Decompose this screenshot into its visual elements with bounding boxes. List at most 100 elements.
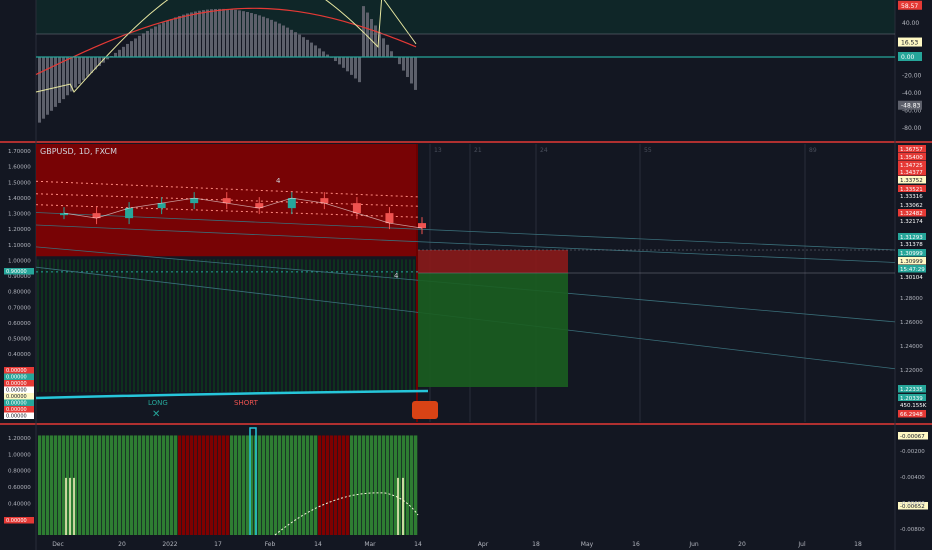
osc-histogram-bar <box>282 25 285 57</box>
osc-histogram-bar <box>130 41 133 57</box>
bottom-histogram-bar <box>186 435 190 535</box>
x-axis-label: 18 <box>532 541 540 548</box>
candle-body <box>125 208 134 219</box>
right-price-badge-text: 1.30999 <box>900 251 923 257</box>
bottom-histogram-bar <box>342 435 346 535</box>
left-tick-label: 1.70000 <box>8 149 31 155</box>
trading-chart[interactable]: 132124558960.0040.0020.000.00-20.00-40.0… <box>0 0 932 550</box>
osc-histogram-bar <box>374 25 377 57</box>
bottom-histogram-bar <box>94 435 98 535</box>
bottom-histogram-bar <box>334 435 338 535</box>
bottom-histogram-bar <box>278 435 282 535</box>
left-tick-label: 1.00000 <box>8 258 31 264</box>
osc-histogram-bar <box>174 17 177 57</box>
left-tick-label: 0.40000 <box>8 352 31 358</box>
bottom-histogram-bar <box>50 435 54 535</box>
bottom-left-tick: 1.20000 <box>8 436 31 442</box>
top-value-badge-text: 0.00 <box>901 54 915 61</box>
bottom-histogram-bar <box>406 435 410 535</box>
bottom-histogram-bar <box>366 435 370 535</box>
top-tick-label: -40.00 <box>902 90 922 97</box>
osc-histogram-bar <box>298 34 301 57</box>
x-axis-label: Dec <box>52 541 64 548</box>
bottom-histogram-bar <box>378 435 382 535</box>
x-axis-label: Mar <box>364 541 376 548</box>
bottom-histogram-bar <box>202 435 206 535</box>
osc-histogram-bar <box>158 24 161 58</box>
osc-histogram-bar <box>258 15 261 57</box>
osc-histogram-bar <box>338 57 341 65</box>
osc-histogram-bar <box>358 57 361 83</box>
bottom-histogram-bar <box>182 435 186 535</box>
bottom-histogram-bar <box>238 435 242 535</box>
bottom-histogram-bar <box>286 435 290 535</box>
bottom-histogram-bar <box>266 435 270 535</box>
osc-histogram-bar <box>310 42 313 57</box>
bottom-histogram-bar <box>326 435 330 535</box>
grid-label: 21 <box>474 147 482 154</box>
bar-marker: 4 <box>276 177 281 185</box>
bottom-histogram-bar <box>410 435 414 535</box>
bottom-histogram-bar <box>390 435 394 535</box>
right-price-badge-text: 1.30999 <box>900 259 923 265</box>
osc-histogram-bar <box>38 57 41 123</box>
bottom-histogram-bar <box>54 435 58 535</box>
grid-label: 89 <box>809 147 817 154</box>
bottom-left-tick: 0.80000 <box>8 469 31 475</box>
bottom-right-tick: -0.00800 <box>900 527 925 533</box>
bottom-histogram-bar <box>58 435 62 535</box>
x-axis-label: 18 <box>854 541 862 548</box>
bottom-right-tick: -0.00400 <box>900 475 925 481</box>
right-price-badge-text: 1.32174 <box>900 219 923 225</box>
osc-histogram-bar <box>74 57 77 88</box>
grid-label: 24 <box>540 147 548 154</box>
bottom-histogram-bar <box>174 435 178 535</box>
left-value-badge-text: 0.00000 <box>6 381 27 387</box>
candle-body <box>352 203 361 214</box>
bottom-histogram-bar <box>158 435 162 535</box>
bottom-histogram-bar <box>314 435 318 535</box>
osc-histogram-bar <box>246 11 249 57</box>
osc-histogram-bar <box>62 57 65 100</box>
right-price-badge-text: 1.31378 <box>900 242 923 248</box>
top-tick-label: -20.00 <box>902 73 922 80</box>
bottom-histogram-bar <box>206 435 210 535</box>
osc-histogram-bar <box>402 57 405 71</box>
osc-histogram-bar <box>274 21 277 57</box>
bottom-histogram-bar <box>38 435 42 535</box>
osc-histogram-bar <box>350 57 353 75</box>
left-tick-label: 1.50000 <box>8 180 31 186</box>
bottom-histogram-bar <box>82 435 86 535</box>
x-axis-label: 17 <box>214 541 222 548</box>
osc-histogram-bar <box>410 57 413 84</box>
bottom-histogram-bar <box>42 435 46 535</box>
bottom-right-tick: -0.00200 <box>900 449 925 455</box>
osc-histogram-bar <box>46 57 49 115</box>
bottom-histogram-bar <box>194 435 198 535</box>
osc-histogram-bar <box>42 57 45 119</box>
left-tick-label: 1.40000 <box>8 196 31 202</box>
right-tick-label: 1.26000 <box>900 320 923 326</box>
candle-body <box>287 198 296 209</box>
osc-histogram-bar <box>214 8 217 57</box>
bottom-histogram-bar <box>318 435 322 535</box>
left-tick-label: 1.60000 <box>8 165 31 171</box>
left-tick-label: 0.50000 <box>8 337 31 343</box>
bottom-histogram-bar <box>110 435 114 535</box>
right-price-badge-text: 1.33752 <box>900 178 923 184</box>
bottom-histogram-bar <box>106 435 110 535</box>
bottom-histogram-bar <box>246 435 250 535</box>
candle-body <box>385 213 394 224</box>
bottom-histogram-bar <box>166 435 170 535</box>
bottom-histogram-bar <box>350 435 354 535</box>
long-label: LONG <box>148 399 168 407</box>
bottom-histogram-bar <box>138 435 142 535</box>
right-price-badge-text: 1.22335 <box>900 387 923 393</box>
osc-histogram-bar <box>226 9 229 57</box>
bottom-histogram-bar <box>114 435 118 535</box>
bottom-histogram-bar <box>330 435 334 535</box>
osc-histogram-bar <box>382 38 385 57</box>
top-value-badge-text: 58.57 <box>901 3 918 10</box>
bottom-histogram-bar <box>370 435 374 535</box>
bottom-histogram-bar <box>130 435 134 535</box>
